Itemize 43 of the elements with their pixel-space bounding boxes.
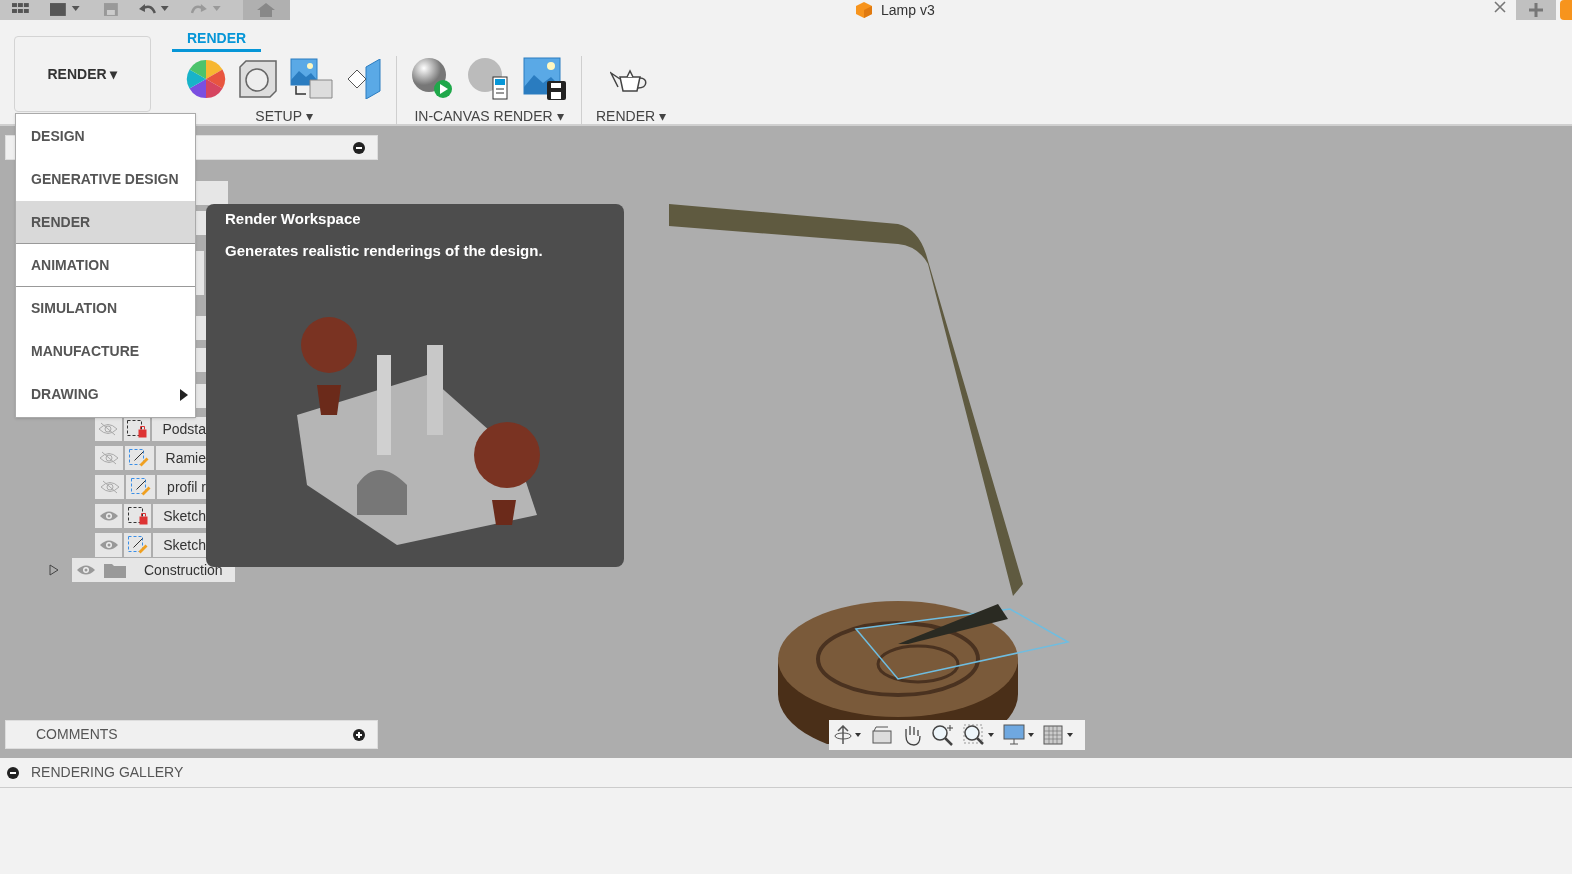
expand-arrow-icon[interactable] — [48, 564, 60, 576]
menu-item[interactable]: MANUFACTURE — [16, 330, 195, 373]
eye-icon[interactable] — [98, 539, 119, 551]
cube-icon — [855, 1, 873, 19]
plus-icon — [1529, 3, 1543, 17]
menu-item[interactable]: RENDER — [16, 201, 195, 244]
folder-icon — [104, 562, 126, 578]
menu-item[interactable]: SIMULATION — [16, 287, 195, 330]
group-dropdown[interactable]: SETUP ▾ — [255, 106, 313, 127]
home-icon — [257, 3, 276, 17]
grid-icon[interactable] — [1043, 724, 1075, 746]
group-dropdown[interactable]: IN-CANVAS RENDER ▾ — [414, 106, 564, 127]
sphere-panel-icon[interactable] — [467, 57, 511, 101]
orbit-icon[interactable] — [833, 725, 863, 745]
menu-item[interactable]: ANIMATION — [16, 244, 195, 287]
menu-item[interactable]: GENERATIVE DESIGN — [16, 158, 195, 201]
color-wheel-icon[interactable] — [186, 59, 226, 99]
menu-item[interactable]: DRAWING — [16, 373, 195, 416]
eye-icon[interactable] — [98, 510, 119, 522]
sphere-play-icon[interactable] — [411, 57, 455, 101]
tooltip-title: Render Workspace — [225, 210, 362, 228]
close-icon[interactable] — [1494, 1, 1506, 13]
workspace-button[interactable]: RENDER ▾ — [14, 36, 151, 112]
tab-edge — [1560, 0, 1572, 20]
camera-icon[interactable] — [871, 725, 893, 745]
collapse-icon[interactable] — [353, 142, 365, 154]
tooltip-description: Generates realistic renderings of the design. — [225, 241, 544, 261]
window-title: Lamp v3 — [881, 0, 935, 20]
group-dropdown[interactable]: RENDER ▾ — [596, 106, 666, 127]
menu-item[interactable]: DESIGN — [16, 115, 195, 158]
decal-plane-icon[interactable] — [346, 59, 382, 99]
image-floppy-icon[interactable] — [523, 57, 567, 101]
collapse-icon[interactable] — [7, 766, 19, 779]
image-cube-icon[interactable] — [290, 58, 334, 100]
zoom-icon[interactable] — [931, 724, 955, 746]
zoom-window-icon[interactable] — [963, 724, 995, 746]
panel-title: COMMENTS — [36, 725, 118, 744]
eye-icon[interactable] — [76, 564, 96, 576]
expand-plus-icon[interactable] — [353, 729, 365, 741]
display-icon[interactable] — [1003, 724, 1035, 746]
new-tab-button[interactable] — [1516, 0, 1556, 20]
submenu-arrow-icon — [180, 389, 188, 401]
panel-title: RENDERING GALLERY — [31, 763, 184, 782]
